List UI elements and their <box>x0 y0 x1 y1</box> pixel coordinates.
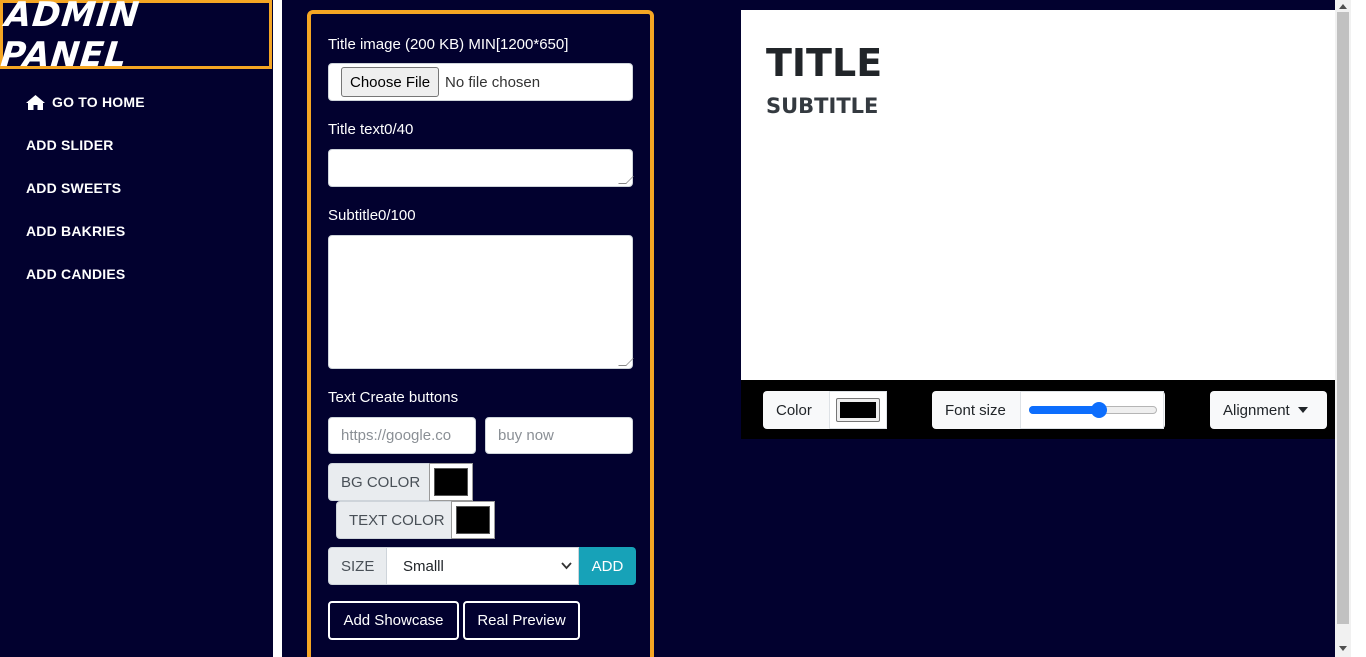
caret-down-icon <box>1297 407 1308 413</box>
color-label: Color <box>776 401 812 419</box>
size-label: SIZE <box>328 547 388 585</box>
text-color-chip <box>840 402 876 418</box>
showcase-preview: TITLE SUBTITLE <box>741 10 1335 380</box>
color-control: Color <box>763 391 887 429</box>
page-scrollbar[interactable] <box>1335 0 1351 657</box>
sidebar-item-label: ADD CANDIES <box>26 266 126 282</box>
sidebar: ADMIN PANEL GO TO HOME ADD SLIDER ADD SW… <box>0 0 273 657</box>
preview-toolbar: Color Font size Alignment <box>741 380 1335 439</box>
sidebar-nav: GO TO HOME ADD SLIDER ADD SWEETS ADD BAK… <box>26 92 145 307</box>
resize-grip[interactable] <box>618 358 634 366</box>
sidebar-item-add-bakries[interactable]: ADD BAKRIES <box>26 221 145 241</box>
real-preview-button[interactable]: Real Preview <box>463 601 580 640</box>
showcase-form: Title image (200 KB) MIN[1200*650] Choos… <box>307 10 654 657</box>
sidebar-divider <box>273 0 282 657</box>
sidebar-item-add-slider[interactable]: ADD SLIDER <box>26 135 145 155</box>
subtitle-label: Subtitle0/100 <box>328 207 416 224</box>
chevron-down-icon <box>561 562 572 570</box>
preview-title: TITLE <box>766 41 883 85</box>
title-text-input[interactable] <box>328 149 634 187</box>
bg-color-swatch <box>434 468 468 496</box>
sidebar-item-add-candies[interactable]: ADD CANDIES <box>26 264 145 284</box>
text-color-picker[interactable] <box>451 501 495 539</box>
size-select[interactable]: Smalll <box>386 547 579 585</box>
brand-logo: ADMIN PANEL <box>0 0 272 75</box>
bg-color-picker[interactable] <box>429 463 473 501</box>
create-buttons-label: Text Create buttons <box>328 389 459 406</box>
button-text-input[interactable]: buy now <box>485 417 633 454</box>
file-status: No file chosen <box>445 73 541 91</box>
sidebar-item-label: ADD SLIDER <box>26 137 114 153</box>
color-input-wrap <box>829 391 887 429</box>
add-button[interactable]: ADD <box>579 547 636 585</box>
scroll-up-arrow[interactable] <box>1339 4 1347 9</box>
resize-grip[interactable] <box>618 176 634 184</box>
bg-color-label: BG COLOR <box>328 463 434 501</box>
title-image-label: Title image (200 KB) MIN[1200*650] <box>328 36 569 53</box>
sidebar-item-go-to-home[interactable]: GO TO HOME <box>26 92 145 112</box>
alignment-label: Alignment <box>1223 401 1290 419</box>
subtitle-input[interactable] <box>328 235 634 369</box>
alignment-dropdown[interactable]: Alignment <box>1210 391 1327 429</box>
text-color-input[interactable] <box>836 398 880 422</box>
add-showcase-button[interactable]: Add Showcase <box>328 601 459 640</box>
scroll-down-arrow[interactable] <box>1339 646 1347 651</box>
slider-thumb[interactable] <box>1091 402 1108 418</box>
scroll-thumb[interactable] <box>1337 12 1349 624</box>
sidebar-item-label: ADD BAKRIES <box>26 223 126 239</box>
button-url-input[interactable]: https://google.co <box>328 417 476 454</box>
font-size-control: Font size <box>932 391 1165 429</box>
font-size-label: Font size <box>945 401 1006 419</box>
sidebar-item-add-sweets[interactable]: ADD SWEETS <box>26 178 145 198</box>
text-color-label: TEXT COLOR <box>336 501 458 539</box>
home-icon <box>26 94 45 110</box>
brand-title: ADMIN PANEL <box>0 0 142 75</box>
title-text-label: Title text0/40 <box>328 121 414 138</box>
preview-subtitle: SUBTITLE <box>766 94 879 118</box>
sidebar-item-label: GO TO HOME <box>52 94 145 110</box>
text-color-swatch <box>456 506 490 534</box>
slider-fill <box>1029 406 1100 414</box>
size-selected-value: Smalll <box>403 557 444 575</box>
window-edge <box>1351 0 1366 657</box>
font-size-slider[interactable] <box>1020 391 1164 429</box>
sidebar-item-label: ADD SWEETS <box>26 180 122 196</box>
title-image-input[interactable]: Choose File No file chosen <box>328 63 633 101</box>
choose-file-button[interactable]: Choose File <box>341 67 440 97</box>
